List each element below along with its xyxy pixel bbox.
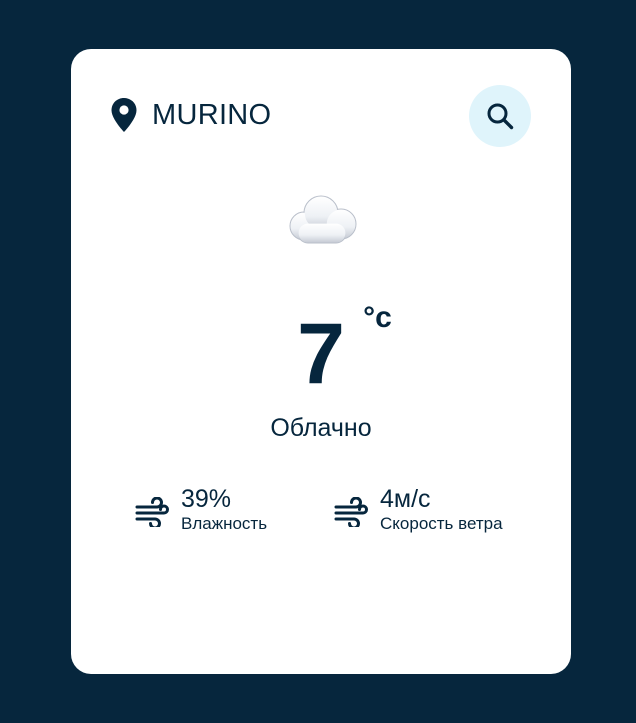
humidity-label: Влажность: [181, 514, 268, 533]
weather-card: MURINO 7 °c Облачно 39% Влажность 4м/с С…: [71, 49, 571, 674]
location: MURINO: [110, 97, 271, 133]
temperature-unit: °c: [363, 301, 392, 334]
wind-speed-stat: 4м/с Скорость ветра: [334, 485, 503, 535]
search-button[interactable]: [469, 85, 531, 147]
humidity-stat: 39% Влажность: [135, 485, 267, 535]
wind-icon: [135, 497, 169, 527]
city-name: MURINO: [152, 98, 272, 131]
wind-speed-label: Скорость ветра: [380, 514, 503, 533]
wind-icon: [334, 497, 368, 527]
search-icon: [487, 103, 514, 130]
weather-condition: Облачно: [270, 414, 372, 442]
humidity-value: 39%: [181, 485, 232, 513]
cloud-icon: [289, 195, 357, 244]
temperature-value: 7 °c: [297, 301, 392, 402]
wind-speed-value: 4м/с: [380, 485, 431, 513]
map-pin-icon: [111, 98, 137, 132]
